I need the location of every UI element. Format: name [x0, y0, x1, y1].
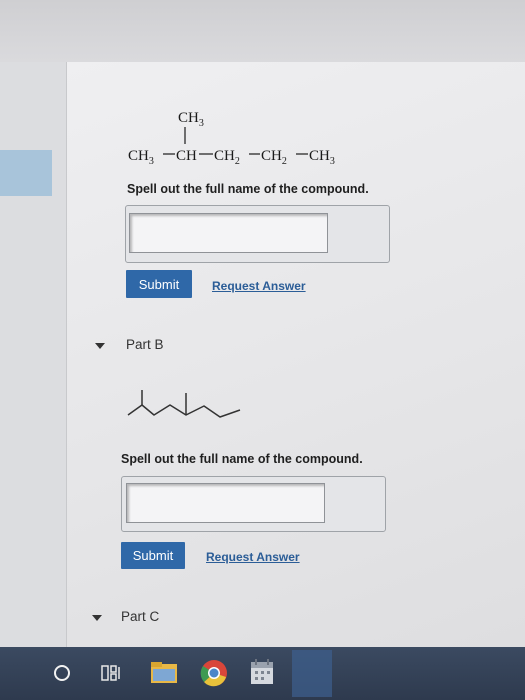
file-explorer-icon[interactable]: [149, 660, 179, 686]
part-c-collapse-caret-icon[interactable]: [92, 615, 102, 621]
skeletal-formula-part-b: [127, 390, 241, 418]
carbon-5: CH3: [309, 148, 335, 167]
part-a-answer-container: [125, 205, 390, 263]
part-b-collapse-caret-icon[interactable]: [95, 343, 105, 349]
part-a-request-answer-link[interactable]: Request Answer: [212, 279, 306, 293]
carbon-2: CH: [176, 148, 197, 164]
screen-top-bezel: [0, 0, 525, 62]
part-a-prompt: Spell out the full name of the compound.: [127, 182, 369, 196]
cortana-search-icon[interactable]: [52, 663, 72, 683]
os-taskbar: [0, 647, 525, 700]
part-b-submit-button[interactable]: Submit: [121, 542, 185, 569]
calendar-app-icon[interactable]: [249, 657, 275, 687]
part-b-answer-input[interactable]: [126, 483, 325, 523]
part-b-prompt: Spell out the full name of the compound.: [121, 452, 363, 466]
structural-formula-part-a: CH3 CH3 CH CH2 CH2 CH3: [128, 110, 335, 167]
part-a-answer-input[interactable]: [129, 213, 328, 253]
task-view-icon[interactable]: [101, 663, 123, 683]
branch-methyl: CH3: [178, 110, 204, 129]
part-b-answer-container: [121, 476, 386, 532]
part-c-label[interactable]: Part C: [121, 609, 159, 624]
left-navigation-panel: [0, 62, 67, 647]
left-nav-tab[interactable]: [0, 150, 52, 196]
carbon-1: CH3: [128, 148, 154, 167]
part-a-submit-button[interactable]: Submit: [126, 270, 192, 298]
active-app-taskbar-button[interactable]: [292, 650, 332, 697]
carbon-4: CH2: [261, 148, 287, 167]
chrome-browser-icon[interactable]: [199, 658, 229, 688]
carbon-3: CH2: [214, 148, 240, 167]
part-b-label[interactable]: Part B: [126, 337, 164, 352]
part-b-request-answer-link[interactable]: Request Answer: [206, 550, 300, 564]
